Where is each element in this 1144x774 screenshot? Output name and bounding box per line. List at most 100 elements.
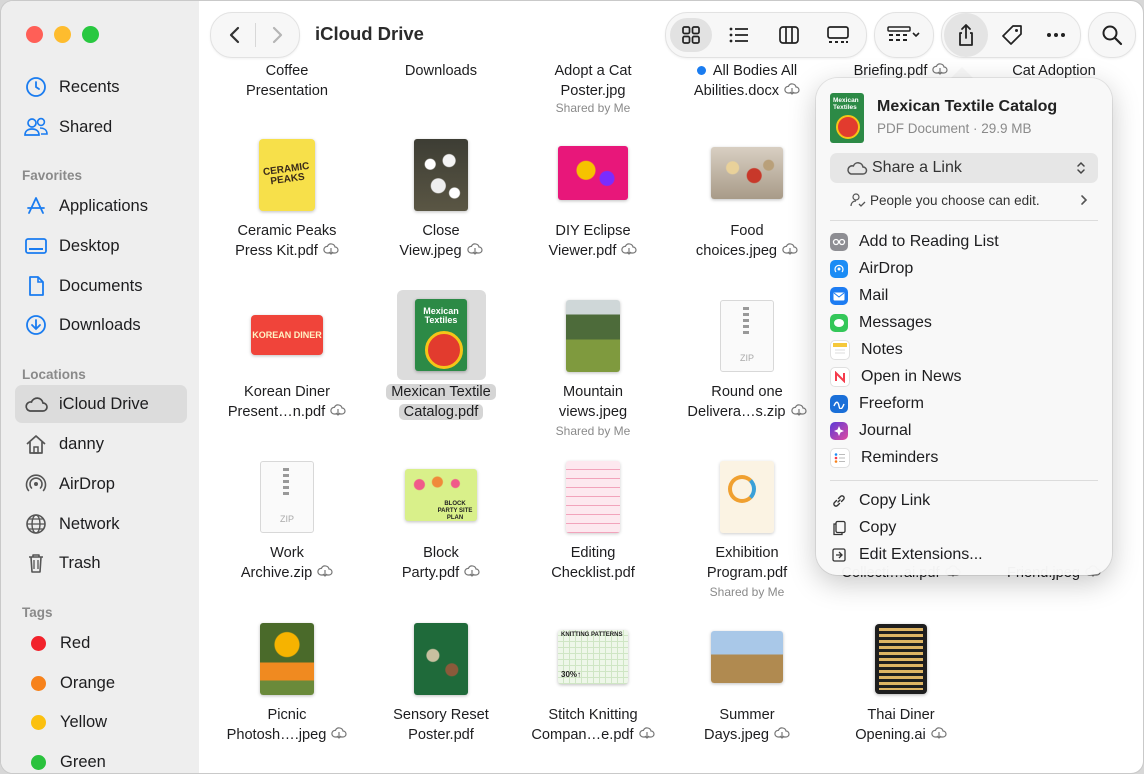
file-name-line2: Presentation bbox=[246, 83, 328, 99]
file-name-line2: Party.pdf bbox=[401, 565, 460, 581]
sidebar-item-downloads[interactable]: Downloads bbox=[15, 306, 187, 344]
locations-header: Locations bbox=[22, 367, 86, 382]
file-name-line2: views.jpeg bbox=[558, 404, 628, 420]
file-name-row2: Delivera…s.zip bbox=[667, 402, 827, 422]
list-view-button[interactable] bbox=[719, 13, 759, 57]
column-view-button[interactable] bbox=[769, 13, 809, 57]
menu-journal[interactable]: Journal bbox=[830, 418, 1100, 444]
sidebar-tag-green[interactable]: Green bbox=[15, 743, 187, 773]
share-link-select[interactable]: Share a Link bbox=[830, 153, 1098, 183]
mexican-textiles-thumbnail: Mexican Textiles bbox=[415, 299, 467, 371]
file-name-row2: Compan…e.pdf bbox=[513, 725, 673, 745]
sidebar-item-label: Yellow bbox=[60, 712, 108, 731]
zoom-window-button[interactable] bbox=[82, 26, 99, 43]
menu-label: Edit Extensions... bbox=[859, 546, 983, 563]
group-by-icon bbox=[887, 26, 920, 41]
menu-reminders[interactable]: Reminders bbox=[830, 445, 1100, 471]
cloud-download-icon bbox=[774, 727, 790, 739]
summer-photo bbox=[711, 631, 783, 683]
file-name-line2: Viewer.pdf bbox=[548, 243, 617, 259]
menu-label: Open in News bbox=[861, 368, 962, 385]
gallery-view-button[interactable] bbox=[817, 13, 859, 57]
chevron-right-icon bbox=[1081, 195, 1088, 205]
file-name-line2: Present…n.pdf bbox=[227, 404, 326, 420]
forward-button[interactable] bbox=[257, 13, 297, 57]
back-button[interactable] bbox=[215, 13, 255, 57]
search-button[interactable] bbox=[1088, 12, 1136, 58]
file-name-row2: Press Kit.pdf bbox=[207, 241, 367, 261]
close-window-button[interactable] bbox=[26, 26, 43, 43]
sidebar-item-label: AirDrop bbox=[59, 474, 115, 493]
mountain-photo bbox=[566, 300, 620, 372]
shared-label: Shared by Me bbox=[709, 585, 785, 599]
more-button[interactable] bbox=[1034, 13, 1078, 57]
file-name: Summer bbox=[719, 707, 775, 723]
icon-view-button[interactable] bbox=[671, 13, 711, 57]
file-thumbnail bbox=[667, 459, 827, 535]
cloud-download-icon bbox=[331, 727, 347, 739]
sidebar-item-airdrop[interactable]: AirDrop bbox=[15, 465, 187, 503]
menu-label: Add to Reading List bbox=[859, 233, 999, 250]
sidebar-item-network[interactable]: Network bbox=[15, 505, 187, 543]
sidebar-tag-yellow[interactable]: Yellow bbox=[15, 703, 187, 741]
sidebar-item-home[interactable]: danny bbox=[15, 425, 187, 463]
menu-label: Copy bbox=[859, 519, 897, 536]
menu-freeform[interactable]: Freeform bbox=[830, 391, 1100, 417]
tag-button[interactable] bbox=[990, 13, 1034, 57]
cloud-download-icon bbox=[638, 727, 655, 739]
file-name: Stitch Knitting bbox=[548, 707, 638, 723]
cloud-download-icon bbox=[464, 565, 480, 577]
sidebar-tag-orange[interactable]: Orange bbox=[15, 664, 187, 702]
menu-mail[interactable]: Mail bbox=[830, 283, 1100, 309]
cloud-icon bbox=[23, 391, 49, 417]
sensory-reset-thumbnail bbox=[414, 623, 468, 695]
sidebar-item-trash[interactable]: Trash bbox=[15, 544, 187, 582]
menu-airdrop[interactable]: AirDrop bbox=[830, 256, 1100, 282]
file-thumbnail bbox=[667, 629, 827, 685]
menu-notes[interactable]: Notes bbox=[830, 337, 1100, 363]
grid-icon bbox=[682, 26, 700, 44]
sidebar-item-label: Green bbox=[60, 752, 106, 771]
sidebar-item-recents[interactable]: Recents bbox=[15, 68, 187, 106]
menu-messages[interactable]: Messages bbox=[830, 310, 1100, 336]
file-name: Round one bbox=[711, 384, 783, 400]
updown-chevron-icon bbox=[1077, 161, 1085, 175]
sidebar-item-shared[interactable]: Shared bbox=[15, 108, 187, 146]
menu-label: Messages bbox=[859, 314, 932, 331]
menu-open-in-news[interactable]: Open in News bbox=[830, 364, 1100, 390]
thumb-text: 30%↑ bbox=[561, 670, 582, 679]
sidebar-item-label: iCloud Drive bbox=[59, 394, 149, 413]
decor bbox=[879, 628, 923, 690]
menu-copy-link[interactable]: Copy Link bbox=[830, 488, 1100, 514]
file-name-row2: Catalog.pdf bbox=[361, 402, 521, 422]
thumb-text: BLOCK PARTY SITE PLAN bbox=[437, 501, 473, 521]
group-by-button[interactable] bbox=[874, 12, 934, 58]
share-button[interactable] bbox=[944, 13, 988, 57]
file-name-line2: Abilities.docx bbox=[693, 83, 780, 99]
sidebar-item-label: Applications bbox=[59, 196, 148, 215]
reading-list-icon bbox=[830, 233, 848, 251]
menu-copy[interactable]: Copy bbox=[830, 515, 1100, 541]
cloud-download-icon bbox=[621, 243, 637, 255]
cloud-download-icon bbox=[782, 243, 798, 255]
cloud-download-icon bbox=[317, 565, 333, 577]
minimize-window-button[interactable] bbox=[54, 26, 71, 43]
shared-label: Shared by Me bbox=[555, 101, 631, 115]
menu-edit-extensions[interactable]: Edit Extensions... bbox=[830, 542, 1100, 568]
file-name-row2: Days.jpeg bbox=[667, 725, 827, 745]
sidebar-item-documents[interactable]: Documents bbox=[15, 267, 187, 305]
sidebar-item-desktop[interactable]: Desktop bbox=[15, 227, 187, 265]
permission-row[interactable]: People you choose can edit. bbox=[830, 188, 1098, 212]
menu-add-to-reading-list[interactable]: Add to Reading List bbox=[830, 229, 1100, 255]
sidebar-tag-red[interactable]: Red bbox=[15, 624, 187, 662]
sidebar-item-icloud-drive[interactable]: iCloud Drive bbox=[15, 385, 187, 423]
file-name-line2: Opening.ai bbox=[855, 727, 926, 743]
thumb-text: Mexican Textiles bbox=[833, 97, 859, 111]
sidebar-item-label: Shared bbox=[59, 117, 113, 136]
applications-icon bbox=[23, 193, 49, 219]
file-name: Ceramic Peaks bbox=[237, 223, 337, 239]
file-thumbnail bbox=[361, 137, 521, 213]
sidebar-item-applications[interactable]: Applications bbox=[15, 187, 187, 225]
file-name-line2: Catalog.pdf bbox=[398, 404, 484, 420]
tag-icon bbox=[1002, 25, 1022, 45]
